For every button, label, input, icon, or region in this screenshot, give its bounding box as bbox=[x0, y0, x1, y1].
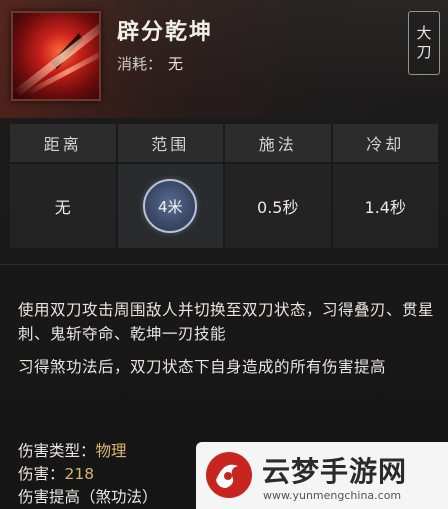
damage-boost-row: 伤害提高（煞功法） bbox=[18, 488, 158, 506]
stat-value-cast: 0.5秒 bbox=[225, 164, 331, 248]
cost-row: 消耗： 无 bbox=[117, 53, 183, 74]
skill-stats-table: 距离 范围 施法 冷却 无 4米 0.5秒 1.4秒 bbox=[10, 124, 438, 248]
damage-row: 伤害：218 bbox=[18, 463, 158, 486]
stat-value-distance: 无 bbox=[10, 164, 116, 248]
damage-type-row: 伤害类型：物理 bbox=[18, 440, 158, 463]
range-circle-icon: 4米 bbox=[143, 179, 198, 233]
weapon-type-char: 刀 bbox=[416, 43, 432, 61]
damage-type-value: 物理 bbox=[95, 442, 127, 460]
watermark-url: www.yunmengchina.com bbox=[263, 489, 402, 502]
stat-header-cooldown: 冷却 bbox=[332, 124, 438, 162]
description-paragraph: 使用双刀攻击周围敌人并切换至双刀状态，习得叠刃、贯星刺、鬼斩夺命、乾坤一刃技能 bbox=[18, 301, 435, 343]
cost-label: 消耗： bbox=[117, 55, 163, 73]
stat-header-distance: 距离 bbox=[10, 124, 116, 162]
skill-name: 辟分乾坤 bbox=[117, 20, 214, 45]
watermark-title: 云梦手游网 bbox=[262, 455, 408, 488]
site-watermark: 云梦手游网 www.yunmengchina.com bbox=[196, 442, 448, 509]
section-divider bbox=[0, 264, 448, 265]
stat-value-range-cell: 4米 bbox=[117, 164, 223, 248]
skill-icon bbox=[11, 11, 101, 101]
watermark-logo-icon bbox=[206, 452, 252, 498]
skill-description: 使用双刀攻击周围敌人并切换至双刀状态，习得叠刃、贯星刺、鬼斩夺命、乾坤一刃技能 … bbox=[18, 298, 434, 388]
skill-tooltip-panel: 辟分乾坤 消耗： 无 大 刀 距离 范围 施法 冷却 无 4米 0.5秒 1.4秒… bbox=[0, 0, 448, 509]
weapon-type-badge: 大 刀 bbox=[408, 11, 440, 75]
weapon-type-char: 大 bbox=[416, 24, 432, 42]
damage-label: 伤害： bbox=[18, 465, 65, 483]
damage-value: 218 bbox=[64, 465, 95, 483]
description-paragraph: 习得煞功法后，双刀状态下自身造成的所有伤害提高 bbox=[18, 358, 387, 376]
stat-header-range: 范围 bbox=[117, 124, 223, 162]
stat-value-cooldown: 1.4秒 bbox=[332, 164, 438, 248]
stat-value-range: 4米 bbox=[157, 197, 183, 216]
damage-type-label: 伤害类型： bbox=[18, 442, 96, 460]
cost-value: 无 bbox=[168, 55, 184, 73]
stat-header-cast: 施法 bbox=[225, 124, 331, 162]
skill-attributes: 伤害类型：物理 伤害：218 伤害提高（煞功法） bbox=[18, 440, 158, 509]
